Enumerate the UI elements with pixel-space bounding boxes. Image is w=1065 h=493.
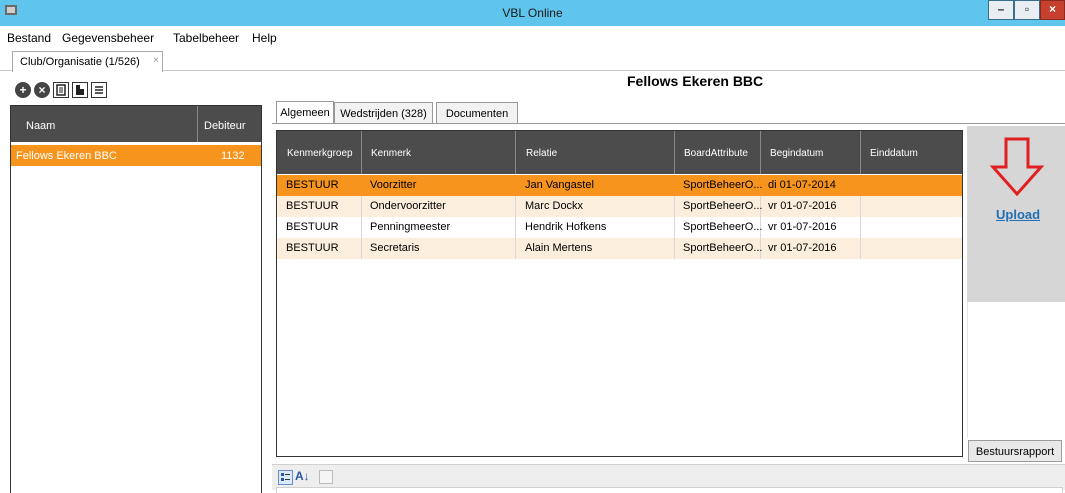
tab-wedstrijden[interactable]: Wedstrijden (328) [334,102,433,123]
copy-icon[interactable] [72,82,88,98]
document-tab-strip: Club/Organisatie (1/526) × [0,48,1065,72]
cell-kenmerk: Penningmeester [370,221,451,233]
close-button[interactable]: × [1040,0,1065,20]
categorized-icon[interactable] [278,470,293,485]
kenmerk-grid: Kenmerkgroep Kenmerk Relatie BoardAttrib… [276,130,963,457]
minimize-icon: – [997,2,1005,16]
cell-begindatum: di 01-07-2014 [768,179,836,191]
column-header-naam[interactable]: Naam [26,120,55,132]
column-header-debiteur[interactable]: Debiteur [204,120,246,132]
tab-label: Club/Organisatie (1/526) [20,56,140,68]
property-grid [276,487,1063,493]
cell-begindatum: vr 01-07-2016 [768,200,837,212]
cell-relatie: Alain Mertens [525,242,593,254]
maximize-icon: ▫ [1024,2,1030,16]
cell-kenmerkgroep: BESTUUR [286,221,339,233]
table-row[interactable]: BESTUUR Voorzitter Jan Vangastel SportBe… [277,175,962,196]
cell-begindatum: vr 01-07-2016 [768,242,837,254]
club-list-header: Naam Debiteur [11,106,261,142]
grid-header: Kenmerkgroep Kenmerk Relatie BoardAttrib… [277,131,962,174]
menu-gegevensbeheer[interactable]: Gegevensbeheer [62,31,154,45]
form-icon[interactable] [53,82,69,98]
column-header-kenmerk[interactable]: Kenmerk [371,148,411,159]
cell-boardattribute: SportBeheerO... [683,200,763,212]
cell-kenmerk: Secretaris [370,242,420,254]
cell-kenmerk: Ondervoorzitter [370,200,446,212]
tab-documenten[interactable]: Documenten [436,102,518,123]
close-icon: × [1048,2,1056,16]
maximize-button[interactable]: ▫ [1014,0,1040,20]
window-title: VBL Online [502,6,563,20]
list-icon[interactable] [91,82,107,98]
table-row[interactable]: BESTUUR Penningmeester Hendrik Hofkens S… [277,217,962,238]
cell-boardattribute: SportBeheerO... [683,179,763,191]
table-row[interactable]: BESTUUR Secretaris Alain Mertens SportBe… [277,238,962,259]
upload-link[interactable]: Upload [996,207,1040,222]
add-icon[interactable]: + [15,82,31,98]
column-header-relatie[interactable]: Relatie [526,148,557,159]
tab-close-icon[interactable]: × [153,55,159,66]
title-bar: VBL Online – ▫ × [0,0,1065,26]
cell-kenmerkgroep: BESTUUR [286,200,339,212]
club-debiteur: 1132 [221,150,245,162]
column-header-kenmerkgroep[interactable]: Kenmerkgroep [287,148,353,159]
property-pages-icon[interactable] [319,470,333,484]
tab-label: Documenten [445,108,509,120]
table-row[interactable]: BESTUUR Ondervoorzitter Marc Dockx Sport… [277,196,962,217]
menu-tabelbeheer[interactable]: Tabelbeheer [173,31,239,45]
menu-bar: Bestand Gegevensbeheer Tabelbeheer Help [0,26,1065,48]
column-header-boardattribute[interactable]: BoardAttribute [684,148,748,159]
club-list: Naam Debiteur Fellows Ekeren BBC 1132 [10,105,262,493]
cell-relatie: Jan Vangastel [525,179,594,191]
list-item[interactable]: Fellows Ekeren BBC 1132 [11,145,261,166]
menu-help[interactable]: Help [252,31,277,45]
cell-boardattribute: SportBeheerO... [683,242,763,254]
column-header-einddatum[interactable]: Einddatum [870,148,918,159]
sort-az-icon[interactable]: A↓ [295,469,310,483]
bestuursrapport-button[interactable]: Bestuursrapport [968,440,1062,462]
cell-kenmerk: Voorzitter [370,179,417,191]
bestuursrapport-label: Bestuursrapport [975,446,1055,458]
column-header-begindatum[interactable]: Begindatum [770,148,823,159]
arrow-down-icon [990,137,1044,197]
side-panel-blank [967,302,1065,438]
tab-club-organisatie[interactable]: Club/Organisatie (1/526) × [12,51,163,72]
remove-icon[interactable]: × [34,82,50,98]
cell-begindatum: vr 01-07-2016 [768,221,837,233]
tab-algemeen[interactable]: Algemeen [276,101,334,124]
cell-boardattribute: SportBeheerO... [683,221,763,233]
page-title: Fellows Ekeren BBC [627,73,764,89]
cell-relatie: Marc Dockx [525,200,584,212]
tab-label: Algemeen [280,107,330,119]
cell-kenmerkgroep: BESTUUR [286,242,339,254]
cell-relatie: Hendrik Hofkens [525,221,607,233]
minimize-button[interactable]: – [988,0,1014,20]
menu-bestand[interactable]: Bestand [7,31,51,45]
club-name: Fellows Ekeren BBC [16,150,117,162]
cell-kenmerkgroep: BESTUUR [286,179,339,191]
tab-divider [272,123,1065,124]
tab-label: Wedstrijden (328) [340,108,427,120]
